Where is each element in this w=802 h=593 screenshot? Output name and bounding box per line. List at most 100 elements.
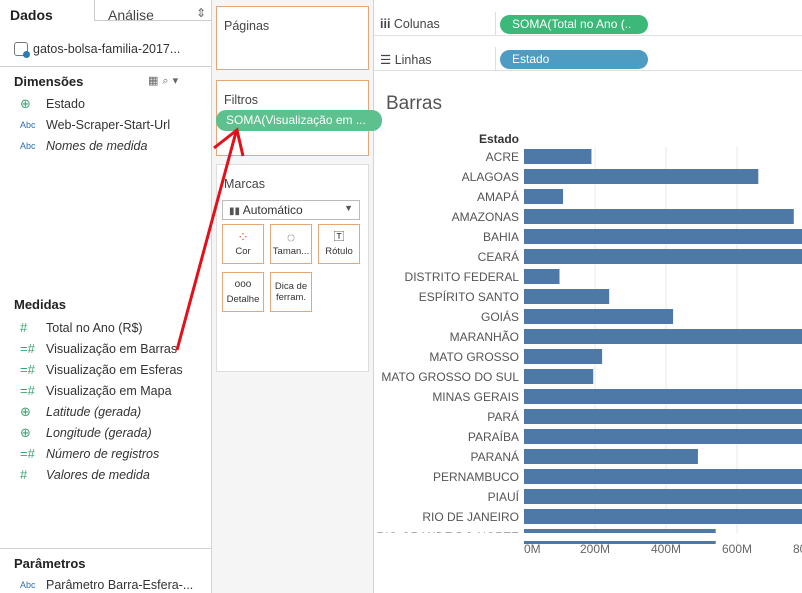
hash-icon: # <box>20 467 28 482</box>
tableau-workspace: Dados Análise ⇕ gatos-bolsa-familia-2017… <box>0 0 802 593</box>
globe-icon: ⊕ <box>20 404 31 419</box>
dimensions-title: Dimensões <box>14 74 84 89</box>
bar[interactable] <box>524 409 802 424</box>
category-label: MARANHÃO <box>450 330 519 344</box>
bar[interactable] <box>524 509 802 524</box>
abc-icon: Abc <box>20 141 36 151</box>
size-button-label: Taman... <box>272 246 310 257</box>
filter-pill[interactable]: SOMA(Visualização em ... <box>216 110 382 131</box>
category-label: MINAS GERAIS <box>432 390 519 404</box>
rows-pill[interactable]: Estado <box>500 50 648 69</box>
rows-icon: ☰ <box>380 53 392 67</box>
category-label: PERNAMBUCO <box>433 470 519 484</box>
measure-visualizacao-barras[interactable]: =# Visualização em Barras <box>20 341 177 356</box>
worksheet-area: iii Colunas SOMA(Total no Ano (.. ☰ Linh… <box>374 0 802 593</box>
dropdown-icon[interactable]: ▾ <box>173 75 183 87</box>
x-tick-label: 400M <box>651 542 681 556</box>
mark-type-value: Automático <box>242 203 303 217</box>
category-label: CEARÁ <box>478 249 519 264</box>
tab-scroll-arrows-icon[interactable]: ⇕ <box>196 6 206 20</box>
measure-valores-de-medida[interactable]: # Valores de medida <box>20 467 150 482</box>
category-label: PARÁ <box>487 409 519 424</box>
measure-visualizacao-mapa[interactable]: =# Visualização em Mapa <box>20 383 172 398</box>
field-label: Parâmetro Barra-Esfera-... <box>46 578 194 592</box>
bar[interactable] <box>524 449 698 464</box>
rows-shelf[interactable]: ☰ Linhas Estado <box>374 47 802 71</box>
bar[interactable] <box>524 349 603 364</box>
bar-chart: Estado ACRE ALAGOAS AMAPÁ AMAZONAS BAHIA CEAR… <box>374 132 802 556</box>
category-label: RIO DE JANEIRO <box>422 510 519 524</box>
detail-button[interactable]: ooo Detalhe <box>222 272 264 312</box>
measures-title: Medidas <box>14 297 67 312</box>
datasource-item[interactable]: gatos-bolsa-familia-2017... <box>14 42 180 58</box>
scroll-clip <box>374 533 802 541</box>
bar[interactable] <box>524 429 802 444</box>
measure-total-no-ano[interactable]: # Total no Ano (R$) <box>20 320 143 335</box>
field-label: Longitude (gerada) <box>46 426 152 440</box>
size-icon: ◌ <box>286 229 296 245</box>
bar[interactable] <box>524 169 759 184</box>
columns-pill[interactable]: SOMA(Total no Ano (.. <box>500 15 648 34</box>
mark-type-dropdown[interactable]: ▮▮ Automático ▼ <box>222 200 360 220</box>
shelf-divider <box>495 47 496 71</box>
bar[interactable] <box>524 209 794 224</box>
abc-icon: Abc <box>20 120 36 130</box>
pages-card[interactable]: Páginas <box>216 6 369 70</box>
x-tick-label: 200M <box>580 542 610 556</box>
category-label: BAHIA <box>483 230 519 244</box>
category-label: AMAPÁ <box>477 189 519 204</box>
dimension-estado[interactable]: ⊕ Estado <box>20 96 85 112</box>
field-label: Latitude (gerada) <box>46 405 142 419</box>
field-label: Nomes de medida <box>46 139 148 153</box>
bar[interactable] <box>524 189 564 204</box>
bar[interactable] <box>524 329 802 344</box>
bar[interactable] <box>524 289 610 304</box>
view-toggle-icon[interactable]: ▦ <box>148 75 162 87</box>
measure-longitude[interactable]: ⊕ Longitude (gerada) <box>20 425 152 441</box>
measure-latitude[interactable]: ⊕ Latitude (gerada) <box>20 404 141 420</box>
pages-card-title: Páginas <box>224 19 270 33</box>
detail-button-label: Detalhe <box>226 294 260 305</box>
parameter-barra-esfera[interactable]: Abc Parâmetro Barra-Esfera-... <box>20 578 193 592</box>
columns-shelf[interactable]: iii Colunas SOMA(Total no Ano (.. <box>374 12 802 36</box>
y-axis-title: Estado <box>479 132 519 146</box>
measure-numero-registros[interactable]: =# Número de registros <box>20 446 159 461</box>
dimension-nomes-de-medida[interactable]: Abc Nomes de medida <box>20 139 147 153</box>
divider <box>0 548 212 549</box>
category-label: AMAZONAS <box>452 210 519 224</box>
bar[interactable] <box>524 369 594 384</box>
bar[interactable] <box>524 269 560 284</box>
category-label: PIAUÍ <box>488 489 520 504</box>
search-icon[interactable]: ⌕ <box>162 75 172 87</box>
measure-visualizacao-esferas[interactable]: =# Visualização em Esferas <box>20 362 183 377</box>
bar[interactable] <box>524 489 802 504</box>
x-tick-label: 0M <box>524 542 541 556</box>
bar[interactable] <box>524 469 802 484</box>
marks-card-title: Marcas <box>224 177 265 191</box>
category-label: MATO GROSSO DO SUL <box>381 370 519 384</box>
bar[interactable] <box>524 309 674 324</box>
marks-card: Marcas <box>216 164 369 372</box>
dimensions-tools[interactable]: ▦⌕▾ <box>148 74 182 88</box>
bar[interactable] <box>524 149 592 164</box>
tooltip-button[interactable]: Dica de ferram. <box>270 272 312 312</box>
category-label: ALAGOAS <box>462 170 519 184</box>
x-tick-label: 600M <box>722 542 752 556</box>
color-icon: ⁘ <box>237 229 249 245</box>
columns-shelf-label: iii Colunas <box>380 17 440 31</box>
category-label: ACRE <box>486 150 519 164</box>
field-label: Valores de medida <box>46 467 150 482</box>
dimension-web-scraper[interactable]: Abc Web-Scraper-Start-Url <box>20 118 170 132</box>
bar[interactable] <box>524 229 802 244</box>
size-button[interactable]: ◌ Taman... <box>270 224 312 264</box>
label-button[interactable]: 🅃 Rótulo <box>318 224 360 264</box>
tooltip-button-label-2: ferram. <box>275 292 307 303</box>
field-label: Número de registros <box>46 446 160 461</box>
text-icon: 🅃 <box>333 231 345 243</box>
category-label: DISTRITO FEDERAL <box>405 270 520 284</box>
color-button[interactable]: ⁘ Cor <box>222 224 264 264</box>
bar[interactable] <box>524 389 802 404</box>
category-label: PARANÁ <box>471 449 519 464</box>
bar[interactable] <box>524 249 802 264</box>
active-tab-gap <box>0 20 94 21</box>
